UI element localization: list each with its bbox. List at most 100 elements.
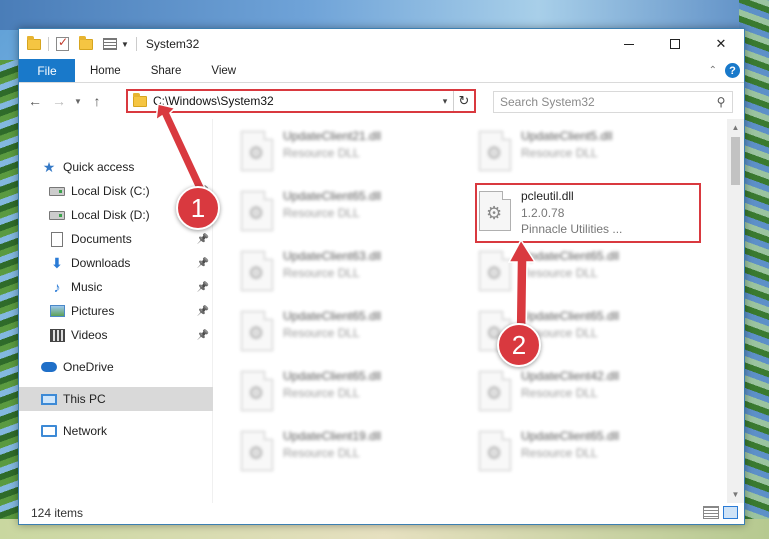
file-name: UpdateClient65.dll bbox=[283, 189, 382, 203]
new-folder-icon[interactable] bbox=[79, 35, 93, 50]
documents-icon bbox=[49, 231, 65, 247]
quick-access-toolbar: ▼ bbox=[19, 35, 140, 51]
recent-locations-dropdown-icon[interactable]: ▼ bbox=[71, 97, 85, 106]
file-item[interactable]: ⚙ UpdateClient65.dll Resource DLL bbox=[241, 365, 467, 421]
refresh-icon[interactable]: ↻ bbox=[454, 93, 474, 109]
gear-icon: ⚙ bbox=[248, 143, 265, 163]
gear-icon: ⚙ bbox=[248, 383, 265, 403]
forward-button[interactable]: → bbox=[47, 93, 71, 109]
back-button[interactable]: ← bbox=[23, 93, 47, 109]
dll-file-icon: ⚙ bbox=[479, 131, 511, 171]
file-detail: Resource DLL bbox=[521, 386, 598, 400]
qat-customize-dropdown-icon[interactable]: ▼ bbox=[121, 40, 129, 49]
help-icon[interactable]: ? bbox=[725, 63, 740, 78]
onedrive-icon bbox=[41, 359, 57, 375]
sidebar-item-videos[interactable]: Videos 📌 bbox=[19, 323, 213, 347]
address-row: ← → ▼ ↑ C:\Windows\System32 ▾ ↻ ⚲ bbox=[19, 83, 744, 119]
details-view-icon[interactable] bbox=[703, 506, 719, 519]
file-item[interactable]: ⚙ UpdateClient5.dll Resource DLL bbox=[479, 125, 705, 181]
address-dropdown-icon[interactable]: ▾ bbox=[437, 96, 453, 107]
address-bar[interactable]: C:\Windows\System32 ▾ ↻ bbox=[126, 89, 476, 113]
dll-file-icon: ⚙ bbox=[241, 191, 273, 231]
navigation-pane: ★ Quick access Local Disk (C:) 📌 Local Disk … bbox=[19, 119, 213, 503]
pin-icon[interactable]: 📌 bbox=[197, 258, 209, 269]
download-icon: ⬇ bbox=[51, 254, 63, 271]
sidebar-item-label: This PC bbox=[63, 392, 106, 406]
callout-2: 2 bbox=[497, 323, 541, 367]
file-item[interactable]: ⚙ UpdateClient65.dll Resource DLL bbox=[479, 425, 705, 481]
dll-file-icon: ⚙ bbox=[241, 311, 273, 351]
tab-file[interactable]: File bbox=[19, 59, 75, 82]
title-bar: ▼ System32 ✕ bbox=[19, 29, 744, 59]
expand-ribbon-chevron-icon[interactable]: ⌃ bbox=[709, 65, 717, 76]
pin-icon[interactable]: 📌 bbox=[197, 234, 209, 245]
file-item[interactable]: ⚙ UpdateClient19.dll Resource DLL bbox=[241, 425, 467, 481]
vertical-scrollbar[interactable]: ▲ ▼ bbox=[727, 119, 744, 503]
pin-icon[interactable]: 📌 bbox=[197, 282, 209, 293]
folder-icon bbox=[133, 92, 147, 107]
file-name: UpdateClient42.dll bbox=[521, 369, 620, 383]
minimize-button[interactable] bbox=[606, 29, 652, 59]
sidebar-item-onedrive[interactable]: OneDrive bbox=[19, 355, 213, 379]
items-count: 124 items bbox=[31, 506, 84, 520]
gear-icon: ⚙ bbox=[248, 443, 265, 463]
sidebar-item-label: Local Disk (C:) bbox=[71, 184, 150, 198]
sidebar-item-this-pc[interactable]: This PC bbox=[19, 387, 213, 411]
gear-icon: ⚙ bbox=[248, 203, 265, 223]
file-name: UpdateClient5.dll bbox=[521, 129, 613, 143]
gear-icon: ⚙ bbox=[486, 383, 503, 403]
file-item[interactable]: ⚙ UpdateClient65.dll Resource DLL bbox=[479, 245, 705, 301]
sidebar-item-pictures[interactable]: Pictures 📌 bbox=[19, 299, 213, 323]
pin-icon[interactable]: 📌 bbox=[197, 306, 209, 317]
dll-file-icon: ⚙ bbox=[241, 431, 273, 471]
file-detail: Resource DLL bbox=[521, 266, 598, 280]
search-icon[interactable]: ⚲ bbox=[710, 95, 732, 109]
search-box[interactable]: ⚲ bbox=[493, 91, 733, 113]
dll-file-icon: ⚙ bbox=[479, 431, 511, 471]
gear-icon: ⚙ bbox=[486, 143, 503, 163]
sidebar-item-label: Network bbox=[63, 424, 108, 438]
scroll-up-icon[interactable]: ▲ bbox=[727, 119, 744, 136]
sidebar-item-downloads[interactable]: ⬇ Downloads 📌 bbox=[19, 251, 213, 275]
pin-icon[interactable]: 📌 bbox=[197, 330, 209, 341]
file-item[interactable]: ⚙ UpdateClient63.dll Resource DLL bbox=[241, 245, 467, 301]
callout-1: 1 bbox=[176, 186, 220, 230]
videos-icon bbox=[49, 327, 65, 343]
gear-icon: ⚙ bbox=[486, 263, 503, 283]
address-path[interactable]: C:\Windows\System32 bbox=[153, 94, 437, 108]
close-button[interactable]: ✕ bbox=[698, 29, 744, 59]
scroll-down-icon[interactable]: ▼ bbox=[727, 486, 744, 503]
file-item[interactable]: ⚙ UpdateClient65.dll Resource DLL bbox=[241, 305, 467, 361]
file-list: ▲ ▼ ⚙ UpdateClient21.dll Resource DLL ⚙ Upda… bbox=[213, 119, 744, 503]
ribbon-tabs: File Home Share View ⌃ ? bbox=[19, 59, 744, 83]
content-area: ★ Quick access Local Disk (C:) 📌 Local Disk … bbox=[19, 119, 744, 503]
file-name: UpdateClient65.dll bbox=[283, 309, 382, 323]
up-button[interactable]: ↑ bbox=[85, 93, 109, 109]
status-bar: 124 items bbox=[19, 502, 744, 524]
maximize-icon bbox=[670, 39, 680, 49]
dll-file-icon: ⚙ bbox=[479, 251, 511, 291]
tab-view[interactable]: View bbox=[196, 59, 251, 82]
drive-icon bbox=[49, 207, 65, 223]
scroll-thumb[interactable] bbox=[731, 137, 740, 185]
sidebar-item-music[interactable]: ♪ Music 📌 bbox=[19, 275, 213, 299]
tab-share[interactable]: Share bbox=[136, 59, 197, 82]
sidebar-item-quick-access[interactable]: ★ Quick access bbox=[19, 155, 213, 179]
tab-home[interactable]: Home bbox=[75, 59, 136, 82]
file-item[interactable]: ⚙ UpdateClient21.dll Resource DLL bbox=[241, 125, 467, 181]
large-icons-view-icon[interactable] bbox=[723, 506, 738, 519]
file-item[interactable]: ⚙ UpdateClient65.dll Resource DLL bbox=[241, 185, 467, 241]
sidebar-item-network[interactable]: Network bbox=[19, 419, 213, 443]
dll-file-icon: ⚙ bbox=[241, 371, 273, 411]
file-name: UpdateClient65.dll bbox=[521, 249, 620, 263]
sidebar-item-documents[interactable]: Documents 📌 bbox=[19, 227, 213, 251]
close-icon: ✕ bbox=[715, 36, 727, 51]
maximize-button[interactable] bbox=[652, 29, 698, 59]
file-name: UpdateClient65.dll bbox=[283, 369, 382, 383]
file-name: UpdateClient65.dll bbox=[521, 309, 620, 323]
star-icon: ★ bbox=[42, 158, 56, 175]
properties-check-icon[interactable] bbox=[56, 35, 69, 51]
search-input[interactable] bbox=[500, 95, 710, 109]
properties-icon[interactable] bbox=[103, 38, 117, 50]
file-item[interactable]: ⚙ UpdateClient42.dll Resource DLL bbox=[479, 365, 705, 421]
